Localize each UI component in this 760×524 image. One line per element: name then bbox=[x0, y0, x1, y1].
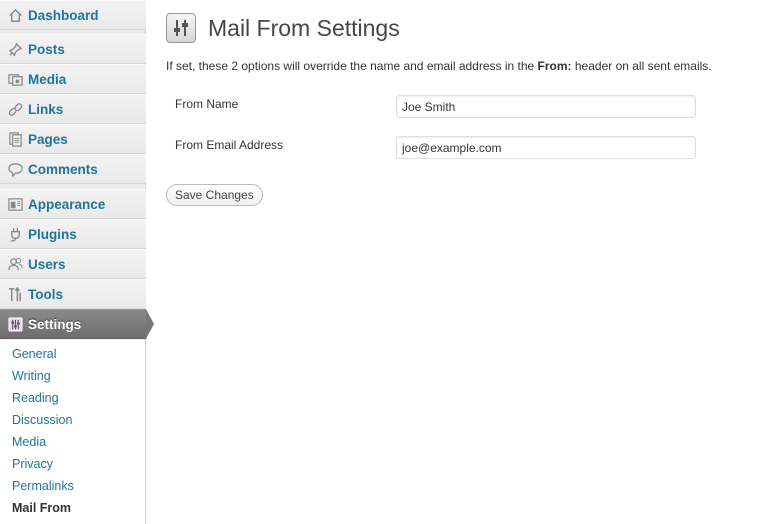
submenu-item-reading[interactable]: Reading bbox=[12, 391, 59, 405]
menu-item-posts[interactable]: Posts bbox=[0, 34, 146, 64]
menu-item-media[interactable]: Media bbox=[0, 64, 146, 94]
menu-label-settings: Settings bbox=[28, 316, 82, 332]
page-header: Mail From Settings bbox=[166, 13, 400, 43]
submenu-item-discussion[interactable]: Discussion bbox=[12, 413, 72, 427]
plugins-icon bbox=[7, 226, 23, 242]
main-content: Mail From Settings If set, these 2 optio… bbox=[166, 0, 760, 524]
settings-icon bbox=[7, 316, 23, 332]
from-name-label: From Name bbox=[175, 97, 239, 111]
settings-submenu: General Writing Reading Discussion Media… bbox=[0, 340, 146, 524]
menu-label-plugins: Plugins bbox=[28, 226, 77, 242]
menu-label-users: Users bbox=[28, 256, 66, 272]
menu-label-tools: Tools bbox=[28, 286, 63, 302]
settings-description: If set, these 2 options will override th… bbox=[166, 59, 712, 73]
menu-label-dashboard: Dashboard bbox=[28, 7, 99, 23]
users-icon bbox=[7, 256, 23, 272]
submenu-item-mail-from[interactable]: Mail From bbox=[12, 501, 71, 515]
description-from-header: From: bbox=[537, 59, 572, 73]
pages-icon bbox=[7, 131, 23, 147]
menu-item-settings[interactable]: Settings bbox=[0, 309, 154, 339]
posts-pin-icon bbox=[7, 41, 23, 57]
submenu-item-general[interactable]: General bbox=[12, 347, 56, 361]
menu-item-dashboard[interactable]: Dashboard bbox=[0, 0, 146, 30]
from-name-input[interactable] bbox=[396, 95, 696, 118]
comments-icon bbox=[7, 161, 23, 177]
tools-icon bbox=[7, 286, 23, 302]
page-title: Mail From Settings bbox=[208, 14, 400, 41]
menu-label-appearance: Appearance bbox=[28, 196, 106, 212]
menu-label-media: Media bbox=[28, 71, 67, 87]
menu-label-pages: Pages bbox=[28, 131, 68, 147]
links-icon bbox=[7, 101, 23, 117]
from-email-label: From Email Address bbox=[175, 138, 284, 152]
appearance-icon bbox=[7, 196, 23, 212]
media-icon bbox=[7, 71, 23, 87]
submenu-item-privacy[interactable]: Privacy bbox=[12, 457, 53, 471]
settings-sliders-icon bbox=[166, 13, 196, 43]
menu-label-comments: Comments bbox=[28, 161, 98, 177]
menu-label-posts: Posts bbox=[28, 41, 65, 57]
menu-label-links: Links bbox=[28, 101, 64, 117]
menu-item-comments[interactable]: Comments bbox=[0, 154, 146, 184]
dashboard-icon bbox=[7, 7, 23, 23]
submenu-item-writing[interactable]: Writing bbox=[12, 369, 51, 383]
menu-item-appearance[interactable]: Appearance bbox=[0, 189, 146, 219]
submenu-item-permalinks[interactable]: Permalinks bbox=[12, 479, 74, 493]
save-changes-button[interactable]: Save Changes bbox=[166, 184, 263, 206]
description-text-end: header on all sent emails. bbox=[571, 59, 712, 73]
menu-item-pages[interactable]: Pages bbox=[0, 124, 146, 154]
menu-item-plugins[interactable]: Plugins bbox=[0, 219, 146, 249]
menu-item-links[interactable]: Links bbox=[0, 94, 146, 124]
admin-sidebar: Dashboard Posts Media Links Pages Commen… bbox=[0, 0, 154, 524]
description-text-start: If set, these 2 options will override th… bbox=[166, 59, 538, 73]
menu-item-tools[interactable]: Tools bbox=[0, 279, 146, 309]
menu-item-users[interactable]: Users bbox=[0, 249, 146, 279]
submenu-item-media[interactable]: Media bbox=[12, 435, 46, 449]
from-email-input[interactable] bbox=[396, 136, 696, 159]
